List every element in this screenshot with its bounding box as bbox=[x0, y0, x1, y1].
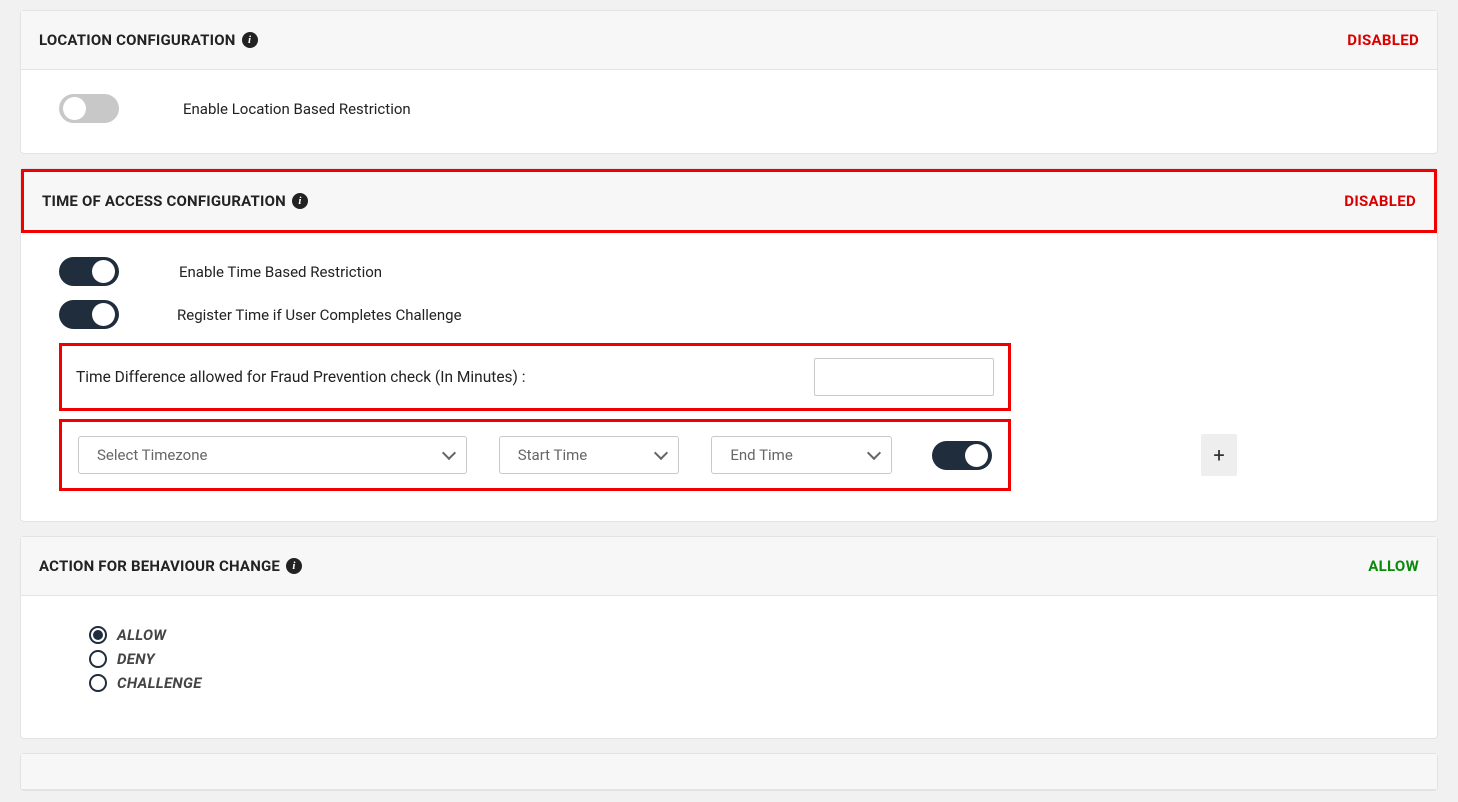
time-slot-row-wrap: Select Timezone Start Time End Time + bbox=[59, 419, 1399, 491]
chevron-down-icon bbox=[442, 446, 456, 460]
enable-time-toggle-label: Enable Time Based Restriction bbox=[179, 263, 382, 281]
location-toggle-label: Enable Location Based Restriction bbox=[183, 100, 411, 118]
location-panel-title-wrap: LOCATION CONFIGURATION i bbox=[39, 31, 258, 49]
next-panel-stub bbox=[20, 753, 1438, 791]
action-radio-allow-label: ALLOW bbox=[117, 626, 166, 644]
location-toggle-row: Enable Location Based Restriction bbox=[59, 94, 1399, 123]
register-time-toggle-label: Register Time if User Completes Challeng… bbox=[177, 306, 462, 324]
action-radio-deny[interactable]: DENY bbox=[89, 650, 1369, 668]
location-panel-title: LOCATION CONFIGURATION bbox=[39, 31, 236, 49]
time-panel-header: TIME OF ACCESS CONFIGURATION i DISABLED bbox=[21, 169, 1437, 233]
next-panel-header bbox=[21, 754, 1437, 790]
info-icon[interactable]: i bbox=[292, 193, 308, 209]
fraud-prevention-input[interactable] bbox=[814, 358, 994, 396]
time-panel-title: TIME OF ACCESS CONFIGURATION bbox=[42, 192, 286, 210]
location-configuration-panel: LOCATION CONFIGURATION i DISABLED Enable… bbox=[20, 10, 1438, 154]
location-panel-body: Enable Location Based Restriction bbox=[21, 70, 1437, 153]
time-status-badge: DISABLED bbox=[1344, 192, 1416, 210]
radio-icon bbox=[89, 626, 107, 644]
action-radio-list: ALLOW DENY CHALLENGE bbox=[59, 620, 1399, 708]
register-time-toggle[interactable] bbox=[59, 300, 119, 329]
action-panel-header: ACTION FOR BEHAVIOUR CHANGE i ALLOW bbox=[21, 537, 1437, 596]
info-icon[interactable]: i bbox=[242, 32, 258, 48]
chevron-down-icon bbox=[654, 446, 668, 460]
time-access-configuration-panel: TIME OF ACCESS CONFIGURATION i DISABLED … bbox=[20, 168, 1438, 522]
action-radio-deny-label: DENY bbox=[117, 650, 155, 668]
action-panel-body: ALLOW DENY CHALLENGE bbox=[21, 596, 1437, 738]
time-slot-row: Select Timezone Start Time End Time bbox=[59, 419, 1011, 491]
fraud-prevention-row: Time Difference allowed for Fraud Preven… bbox=[59, 343, 1011, 411]
action-status-badge: ALLOW bbox=[1368, 557, 1419, 575]
action-panel-title-wrap: ACTION FOR BEHAVIOUR CHANGE i bbox=[39, 557, 302, 575]
fraud-prevention-label: Time Difference allowed for Fraud Preven… bbox=[76, 368, 526, 386]
enable-time-toggle[interactable] bbox=[59, 257, 119, 286]
timezone-select-label: Select Timezone bbox=[97, 446, 207, 464]
location-status-badge: DISABLED bbox=[1347, 31, 1419, 49]
action-panel-title: ACTION FOR BEHAVIOUR CHANGE bbox=[39, 557, 280, 575]
end-time-select-label: End Time bbox=[730, 446, 792, 464]
location-toggle[interactable] bbox=[59, 94, 119, 123]
chevron-down-icon bbox=[867, 446, 881, 460]
radio-icon bbox=[89, 650, 107, 668]
next-panel-title bbox=[39, 762, 43, 781]
end-time-select[interactable]: End Time bbox=[711, 436, 892, 474]
action-radio-challenge[interactable]: CHALLENGE bbox=[89, 674, 1369, 692]
location-panel-header: LOCATION CONFIGURATION i DISABLED bbox=[21, 11, 1437, 70]
timezone-select[interactable]: Select Timezone bbox=[78, 436, 467, 474]
start-time-select-label: Start Time bbox=[518, 446, 587, 464]
radio-icon bbox=[89, 674, 107, 692]
action-radio-allow[interactable]: ALLOW bbox=[89, 626, 1369, 644]
start-time-select[interactable]: Start Time bbox=[499, 436, 680, 474]
action-radio-challenge-label: CHALLENGE bbox=[117, 674, 202, 692]
time-panel-title-wrap: TIME OF ACCESS CONFIGURATION i bbox=[42, 192, 308, 210]
time-panel-body: Enable Time Based Restriction Register T… bbox=[21, 233, 1437, 521]
register-time-toggle-row: Register Time if User Completes Challeng… bbox=[59, 300, 1399, 329]
add-time-slot-button[interactable]: + bbox=[1201, 434, 1237, 476]
enable-time-toggle-row: Enable Time Based Restriction bbox=[59, 257, 1399, 286]
action-behaviour-panel: ACTION FOR BEHAVIOUR CHANGE i ALLOW ALLO… bbox=[20, 536, 1438, 739]
time-slot-enable-toggle[interactable] bbox=[932, 441, 992, 470]
info-icon[interactable]: i bbox=[286, 558, 302, 574]
